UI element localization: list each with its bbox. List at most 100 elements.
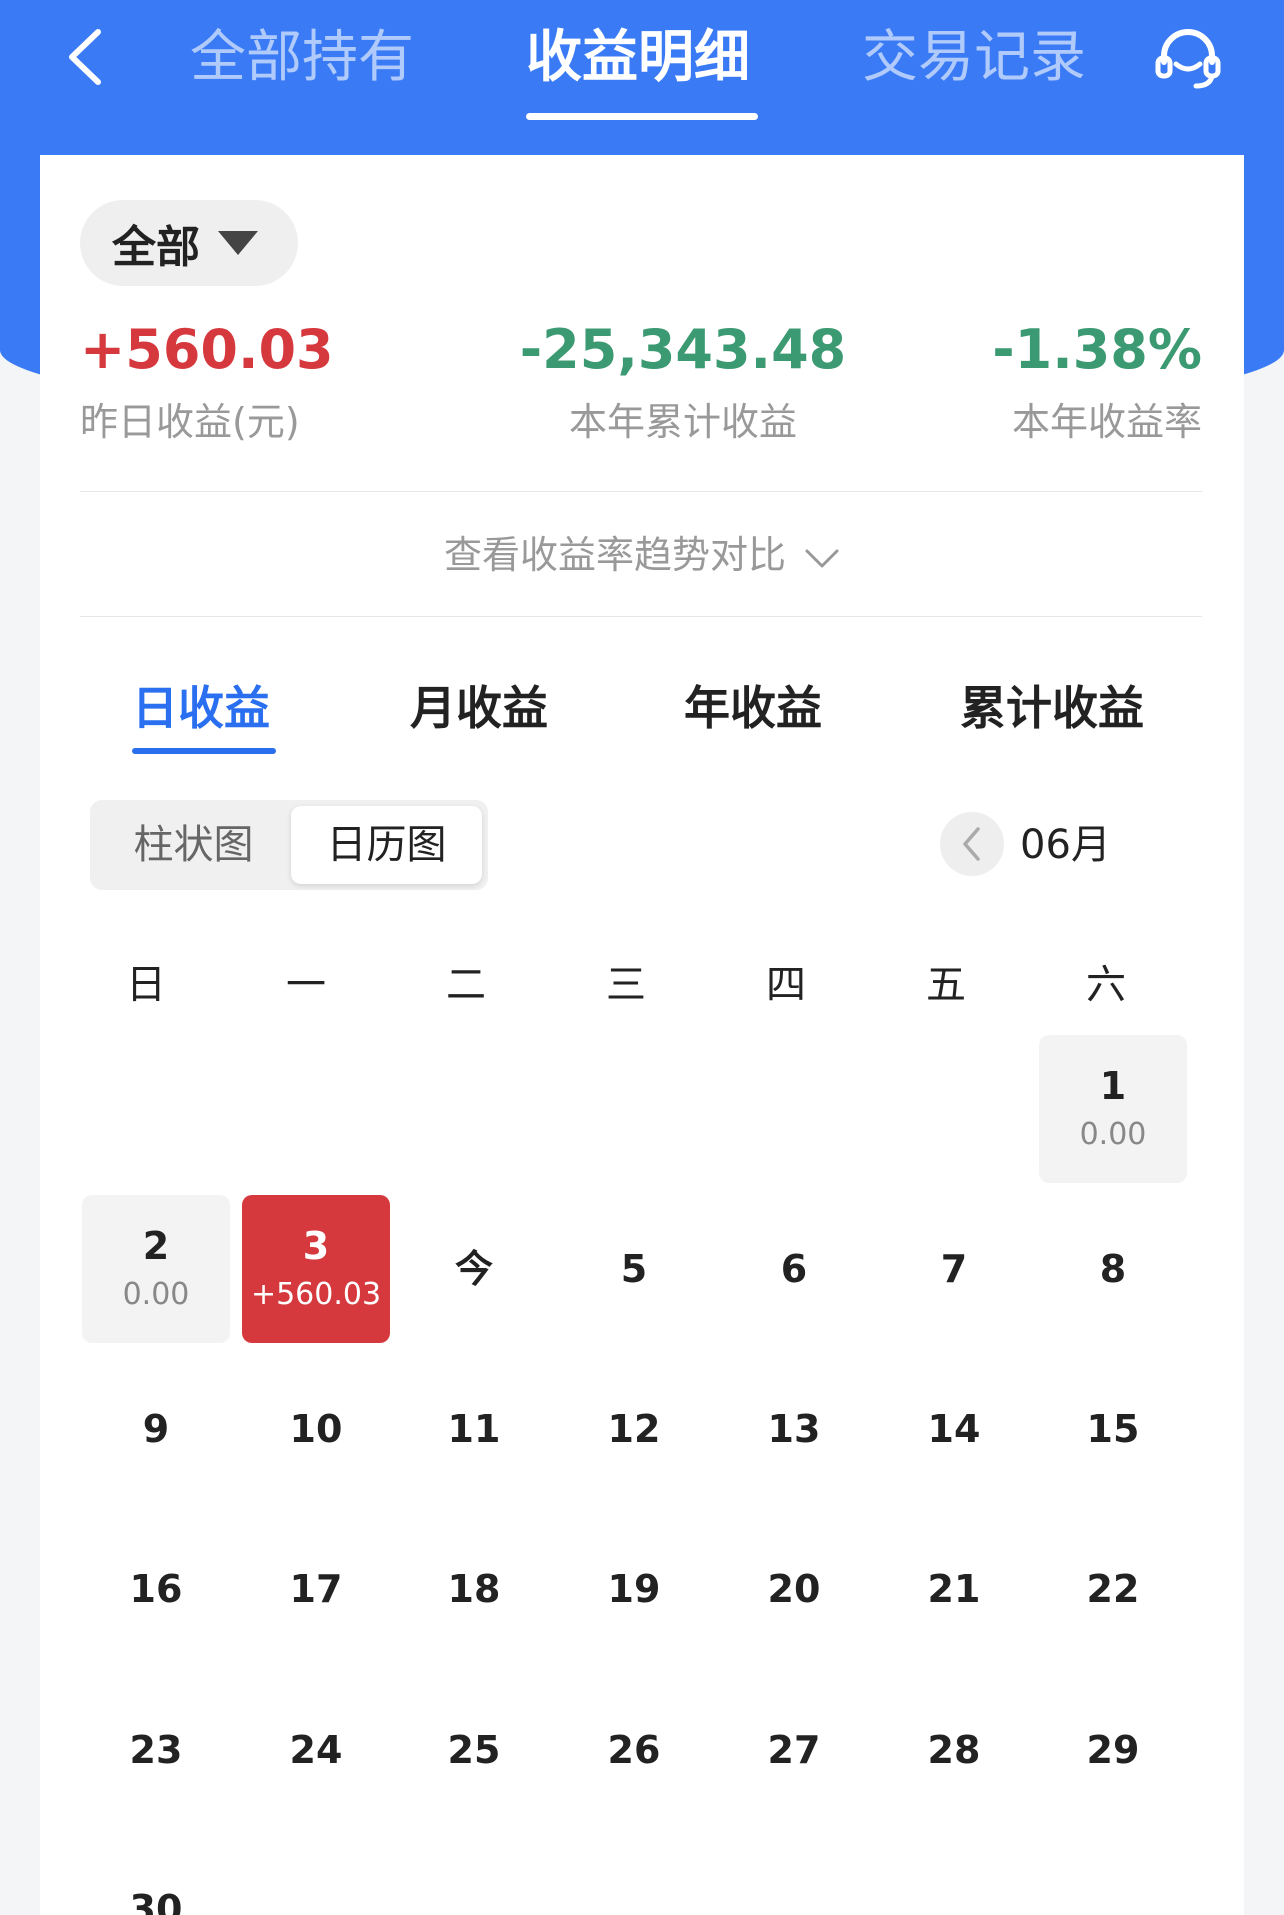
calendar-day[interactable]: 15 (1039, 1355, 1187, 1503)
day-number: 13 (767, 1407, 821, 1451)
calendar-day[interactable]: 20 (720, 1515, 868, 1663)
calendar-day[interactable]: 21 (880, 1515, 1028, 1663)
weekday-mon: 一 (286, 962, 326, 1008)
active-tab-indicator (526, 113, 758, 120)
day-number: 12 (607, 1407, 661, 1451)
chevron-down-icon (804, 528, 840, 588)
calendar-day-selected[interactable]: 3 +560.03 (242, 1195, 390, 1343)
calendar-day[interactable]: 1 0.00 (1039, 1035, 1187, 1183)
calendar-day[interactable]: 22 (1039, 1515, 1187, 1663)
filter-label: 全部 (112, 222, 200, 273)
day-number: 9 (142, 1407, 170, 1451)
calendar-day[interactable]: 9 (82, 1355, 230, 1503)
day-amount: 0.00 (122, 1277, 190, 1312)
calendar-day[interactable]: 28 (880, 1676, 1028, 1824)
day-number: 27 (767, 1728, 821, 1772)
earnings-card: 全部 +560.03 昨日收益(元) -25,343.48 本年累计收益 -1.… (40, 155, 1244, 1915)
calendar-day[interactable]: 6 (720, 1195, 868, 1343)
day-number: 7 (940, 1247, 968, 1291)
day-number: 1 (1099, 1064, 1127, 1108)
customer-service-button[interactable] (1152, 24, 1224, 92)
day-number: 2 (142, 1224, 170, 1268)
calendar-day[interactable]: 16 (82, 1515, 230, 1663)
calendar-day[interactable]: 17 (242, 1515, 390, 1663)
calendar-day[interactable]: 30 (82, 1835, 230, 1915)
calendar-day[interactable]: 8 (1039, 1195, 1187, 1343)
trend-link-label: 查看收益率趋势对比 (443, 533, 786, 577)
calendar-option[interactable]: 日历图 (290, 806, 482, 884)
top-navigation: 全部持有 收益明细 交易记录 (0, 0, 1284, 150)
day-number: 19 (607, 1567, 661, 1611)
day-number: 14 (927, 1407, 981, 1451)
back-button[interactable] (58, 24, 118, 90)
calendar-day[interactable]: 5 (560, 1195, 708, 1343)
day-number: 17 (289, 1567, 343, 1611)
year-return-rate: -1.38% 本年收益率 (992, 315, 1202, 447)
calendar-day[interactable]: 26 (560, 1676, 708, 1824)
view-trend-comparison[interactable]: 查看收益率趋势对比 (40, 525, 1244, 588)
weekday-wed: 三 (606, 962, 646, 1008)
active-subtab-indicator (132, 748, 276, 754)
day-number: 26 (607, 1728, 661, 1772)
calendar-day[interactable]: 19 (560, 1515, 708, 1663)
day-number: 10 (289, 1407, 343, 1451)
subtab-yearly[interactable]: 年收益 (684, 675, 822, 741)
calendar-day[interactable]: 13 (720, 1355, 868, 1503)
day-number: 11 (447, 1407, 501, 1451)
yesterday-earnings-label: 昨日收益(元) (80, 400, 300, 444)
day-number: 6 (780, 1247, 808, 1291)
day-amount: +560.03 (250, 1277, 382, 1312)
weekday-sat: 六 (1086, 962, 1126, 1008)
tab-holdings[interactable]: 全部持有 (190, 22, 414, 94)
calendar-day[interactable]: 10 (242, 1355, 390, 1503)
calendar-day[interactable]: 18 (400, 1515, 548, 1663)
calendar-day[interactable]: 2 0.00 (82, 1195, 230, 1343)
subtab-cumulative[interactable]: 累计收益 (960, 675, 1144, 741)
day-number: 28 (927, 1728, 981, 1772)
bar-chart-option[interactable]: 柱状图 (96, 806, 291, 884)
subtab-daily[interactable]: 日收益 (132, 675, 270, 741)
tab-earnings-detail[interactable]: 收益明细 (526, 22, 750, 94)
filter-dropdown[interactable]: 全部 (80, 200, 298, 286)
yesterday-earnings: +560.03 昨日收益(元) (80, 315, 334, 447)
day-number: 21 (927, 1567, 981, 1611)
subtab-monthly[interactable]: 月收益 (410, 675, 548, 741)
calendar-day[interactable]: 24 (242, 1676, 390, 1824)
calendar-day[interactable]: 12 (560, 1355, 708, 1503)
calendar-day[interactable]: 23 (82, 1676, 230, 1824)
day-number: 8 (1099, 1247, 1127, 1291)
year-total-earnings-value: -25,343.48 (519, 318, 847, 381)
year-total-earnings: -25,343.48 本年累计收益 (498, 315, 868, 447)
divider (80, 491, 1202, 492)
headset-icon (1155, 29, 1221, 89)
day-number: 29 (1086, 1728, 1140, 1772)
calendar-day-today[interactable]: 今 (400, 1195, 548, 1343)
calendar-day[interactable]: 11 (400, 1355, 548, 1503)
tab-transactions[interactable]: 交易记录 (862, 22, 1086, 94)
weekday-fri: 五 (926, 962, 966, 1008)
divider (80, 616, 1202, 617)
day-number: 25 (447, 1728, 501, 1772)
day-number: 16 (129, 1567, 183, 1611)
day-number: 5 (620, 1247, 648, 1291)
day-number: 20 (767, 1567, 821, 1611)
weekday-sun: 日 (126, 962, 166, 1008)
year-total-earnings-label: 本年累计收益 (568, 400, 797, 444)
calendar-day[interactable]: 14 (880, 1355, 1028, 1503)
chart-view-toggle: 柱状图 日历图 (90, 800, 488, 890)
year-return-rate-value: -1.38% (992, 318, 1202, 381)
calendar-day[interactable]: 29 (1039, 1676, 1187, 1824)
calendar-day[interactable]: 27 (720, 1676, 868, 1824)
yesterday-earnings-value: +560.03 (80, 318, 334, 381)
chevron-left-icon (963, 827, 980, 861)
day-number: 24 (289, 1728, 343, 1772)
day-number: 今 (454, 1247, 493, 1291)
weekday-thu: 四 (766, 962, 806, 1008)
day-number: 23 (129, 1728, 183, 1772)
weekday-tue: 二 (446, 962, 486, 1008)
calendar-day[interactable]: 7 (880, 1195, 1028, 1343)
previous-month-button[interactable] (940, 812, 1004, 876)
year-return-rate-label: 本年收益率 (1011, 400, 1202, 444)
day-amount: 0.00 (1079, 1117, 1147, 1152)
calendar-day[interactable]: 25 (400, 1676, 548, 1824)
